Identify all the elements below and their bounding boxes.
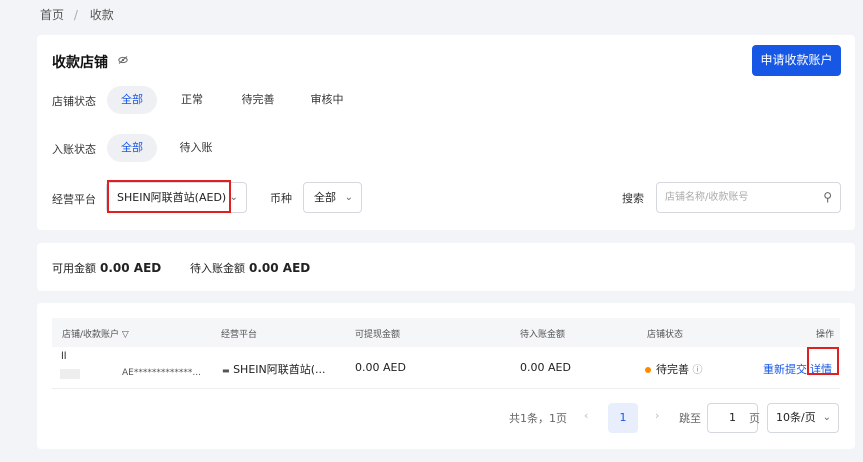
page-1-button[interactable]: 1 [608,403,638,433]
breadcrumb-home[interactable]: 首页 [40,8,64,22]
th-store: 店铺/收款账户 ▽ [62,330,129,340]
table-card: 店铺/收款账户 ▽ 经营平台 可提现金额 待入账金额 店铺状态 操作 ll AE… [37,303,855,449]
breadcrumb: 首页 / 收款 [40,6,120,23]
currency-label: 币种 [270,192,292,205]
row-status: 待完善 ⓘ [645,361,703,377]
th-withdrawable: 可提现金额 [355,330,401,340]
eye-off-icon[interactable] [118,56,128,64]
pending-value: 0.00 AED [249,261,311,275]
page-size-select[interactable]: 10条/页 ⌄ [767,403,839,433]
th-pending: 待入账金额 [520,330,566,340]
next-page-icon[interactable]: › [655,409,659,422]
platform-label: 经营平台 [52,193,96,206]
chevron-down-icon: ⌄ [344,192,353,203]
page-size-value: 10条/页 [776,411,816,424]
pagination-summary: 共1条，1页 [509,412,567,425]
shein-logo-icon: ▬ [222,366,230,375]
prev-page-icon[interactable]: ‹ [584,409,588,422]
platform-select-value: SHEIN阿联酋站(AED) [117,191,227,204]
filter-icon[interactable]: ▽ [122,330,129,340]
search-label: 搜索 [622,192,644,205]
row-platform: ▬ SHEIN阿联酋站(... [222,363,326,376]
currency-select[interactable]: 全部 ⌄ [303,182,362,213]
breadcrumb-current: 收款 [89,8,114,22]
pending-balance: 待入账金额 0.00 AED [190,260,310,276]
th-actions: 操作 [816,330,835,340]
store-status-reviewing[interactable]: 审核中 [301,86,353,114]
search-placeholder: 店铺名称/收款账号 [665,192,749,203]
filter-card: 收款店铺 申请收款账户 店铺状态 全部 正常 待完善 审核中 入账状态 全部 待… [37,35,855,230]
platform-select[interactable]: SHEIN阿联酋站(AED) ⌄ [106,182,247,213]
detail-link[interactable]: 详情 [810,361,832,377]
jump-label: 跳至 [679,412,701,425]
store-avatar [60,369,80,379]
table-header: 店铺/收款账户 ▽ 经营平台 可提现金额 待入账金额 店铺状态 操作 [52,318,840,347]
search-input[interactable]: 店铺名称/收款账号 ⚲ [656,182,841,213]
chevron-down-icon: ⌄ [822,412,831,423]
balance-card: 可用金额 0.00 AED 待入账金额 0.00 AED [37,243,855,291]
row-pending: 0.00 AED [520,361,571,374]
apply-account-button[interactable]: 申请收款账户 [752,45,841,76]
store-status-normal[interactable]: 正常 [168,86,216,114]
store-status-incomplete[interactable]: 待完善 [231,86,285,114]
page-title: 收款店铺 [52,55,108,71]
store-status-label: 店铺状态 [52,95,96,108]
available-label: 可用金额 [52,262,96,275]
row-withdrawable: 0.00 AED [355,361,406,374]
available-balance: 可用金额 0.00 AED [52,260,161,276]
status-dot [645,367,651,373]
entry-status-label: 入账状态 [52,143,96,156]
chevron-down-icon: ⌄ [229,192,238,203]
page-unit-label: 页 [749,412,760,425]
info-icon[interactable]: ⓘ [693,365,703,376]
entry-status-all[interactable]: 全部 [107,134,157,162]
th-platform: 经营平台 [221,330,258,340]
table-row: ll AE*************... ▬ SHEIN阿联酋站(... 0.… [52,347,840,389]
currency-select-value: 全部 [314,191,336,204]
pending-label: 待入账金额 [190,262,245,275]
available-value: 0.00 AED [100,261,162,275]
store-name: ll [61,351,67,362]
store-status-all[interactable]: 全部 [107,86,157,114]
breadcrumb-separator: / [73,8,78,22]
th-status: 店铺状态 [647,330,684,340]
account-number: AE*************... [122,368,201,378]
resubmit-link[interactable]: 重新提交 [763,361,807,377]
search-icon[interactable]: ⚲ [823,183,832,212]
entry-status-pending[interactable]: 待入账 [168,134,224,162]
